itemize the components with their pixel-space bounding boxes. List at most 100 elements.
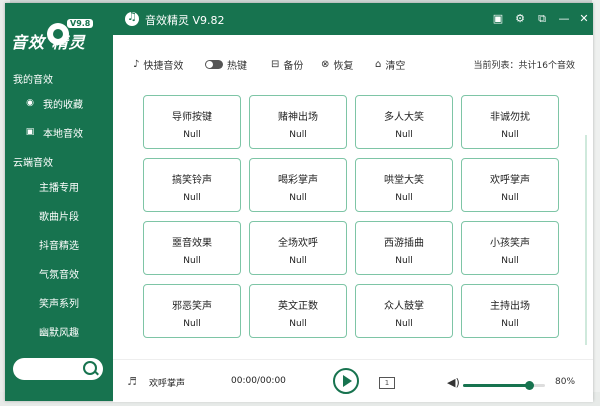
hotkey-toggle[interactable]: 热键 <box>205 57 247 72</box>
shortcut-sounds-label: 快捷音效 <box>143 61 184 72</box>
trash-icon: ⌂ <box>375 59 382 70</box>
sidebar: 音效 精灵 V9.8 我的音效 ◉ 我的收藏 ▣ 本地音效 云端音效 主播专用 … <box>5 3 113 401</box>
favorite-icon: ◉ <box>26 98 34 108</box>
app-window: 音效 精灵 V9.8 我的音效 ◉ 我的收藏 ▣ 本地音效 云端音效 主播专用 … <box>5 3 593 402</box>
toggle-switch-icon[interactable] <box>205 60 223 69</box>
sound-card[interactable]: 哄堂大笑 Null <box>355 158 453 212</box>
sound-hotkey: Null <box>183 256 201 266</box>
sidebar-item-laughter[interactable]: 笑声系列 <box>39 295 79 310</box>
sidebar-item-song-clips[interactable]: 歌曲片段 <box>39 208 79 223</box>
volume-percent: 80% <box>555 377 576 387</box>
sound-name: 搞笑铃声 <box>172 175 212 186</box>
sound-card[interactable]: 导师按键 Null <box>143 95 241 149</box>
sound-card[interactable]: 多人大笑 Null <box>355 95 453 149</box>
restore-button[interactable]: ⊗ 恢复 <box>321 57 353 72</box>
sound-hotkey: Null <box>501 256 519 266</box>
sound-card[interactable]: 英文正数 Null <box>249 284 347 338</box>
volume-icon[interactable]: ◀) <box>447 376 460 389</box>
restore-window-icon[interactable]: ⧉ <box>535 12 549 26</box>
sound-card[interactable]: 邪恶笑声 Null <box>143 284 241 338</box>
volume-knob[interactable] <box>524 381 534 390</box>
volume-slider[interactable] <box>463 381 545 390</box>
sound-name: 噩音效果 <box>172 238 212 249</box>
sound-hotkey: Null <box>501 319 519 329</box>
sidebar-item-humor[interactable]: 幽默风趣 <box>39 324 79 339</box>
sound-hotkey: Null <box>395 193 413 203</box>
title-bar: 音效精灵 V9.82 ▣ ⚙ ⧉ — ✕ <box>113 3 593 35</box>
sound-card[interactable]: 西游插曲 Null <box>355 221 453 275</box>
restore-label: 恢复 <box>333 61 354 72</box>
sound-name: 导师按键 <box>172 112 212 123</box>
version-badge: V9.8 <box>67 19 94 28</box>
sidebar-item-favorites[interactable]: ◉ 我的收藏 <box>5 91 113 115</box>
close-icon[interactable]: ✕ <box>577 12 591 26</box>
sound-hotkey: Null <box>395 319 413 329</box>
sound-hotkey: Null <box>183 130 201 140</box>
sound-name: 喝彩掌声 <box>278 175 318 186</box>
sound-name: 多人大笑 <box>384 112 424 123</box>
sound-name: 众人鼓掌 <box>384 301 424 312</box>
toolbar: ♪ 快捷音效 热键 ⊟ 备份 ⊗ 恢复 ⌂ 清空 当前列表：共计16个音效 <box>113 53 593 73</box>
backup-label: 备份 <box>283 61 304 72</box>
play-button[interactable] <box>333 368 359 394</box>
settings-gear-icon[interactable]: ⚙ <box>513 12 527 26</box>
sound-name: 赌神出场 <box>278 112 318 123</box>
sound-card[interactable]: 全场欢呼 Null <box>249 221 347 275</box>
sound-name: 欢呼掌声 <box>490 175 530 186</box>
hotkey-label: 热键 <box>227 61 247 72</box>
sound-hotkey: Null <box>183 193 201 203</box>
search-input[interactable] <box>13 358 103 380</box>
app-logo: 音效 精灵 V9.8 <box>11 13 107 57</box>
sidebar-item-label: 我的收藏 <box>43 99 83 111</box>
sound-card[interactable]: 赌神出场 Null <box>249 95 347 149</box>
sound-hotkey: Null <box>289 193 307 203</box>
sound-hotkey: Null <box>395 130 413 140</box>
sound-card[interactable]: 搞笑铃声 Null <box>143 158 241 212</box>
track-time: 00:00/00:00 <box>231 376 286 386</box>
player-bar: ♬ 欢呼掌声 00:00/00:00 1 ◀) 80% <box>113 359 593 402</box>
pin-icon[interactable]: ▣ <box>491 12 505 26</box>
section-my-sounds: 我的音效 <box>13 75 53 86</box>
sound-name: 英文正数 <box>278 301 318 312</box>
sound-hotkey: Null <box>183 319 201 329</box>
sidebar-item-atmosphere[interactable]: 气氛音效 <box>39 266 79 281</box>
sound-card[interactable]: 众人鼓掌 Null <box>355 284 453 338</box>
list-count: 当前列表：共计16个音效 <box>473 61 575 71</box>
logo-mark-icon <box>47 23 69 45</box>
sound-card[interactable]: 欢呼掌声 Null <box>461 158 559 212</box>
sound-hotkey: Null <box>289 130 307 140</box>
sound-card[interactable]: 非诚勿扰 Null <box>461 95 559 149</box>
sound-name: 邪恶笑声 <box>172 301 212 312</box>
sound-card[interactable]: 小孩笑声 Null <box>461 221 559 275</box>
minimize-icon[interactable]: — <box>557 12 571 26</box>
section-cloud-sounds: 云端音效 <box>13 158 53 169</box>
sidebar-item-streamer[interactable]: 主播专用 <box>39 179 79 194</box>
sound-hotkey: Null <box>395 256 413 266</box>
shortcut-sounds-button[interactable]: ♪ 快捷音效 <box>133 57 183 72</box>
sound-card[interactable]: 喝彩掌声 Null <box>249 158 347 212</box>
loop-single-icon[interactable]: 1 <box>379 377 395 389</box>
restore-icon: ⊗ <box>321 59 330 70</box>
sound-hotkey: Null <box>289 319 307 329</box>
sound-hotkey: Null <box>501 130 519 140</box>
sidebar-item-douyin[interactable]: 抖音精选 <box>39 237 79 252</box>
search-icon[interactable] <box>83 361 97 375</box>
background-right <box>592 0 600 406</box>
sound-card[interactable]: 主持出场 Null <box>461 284 559 338</box>
backup-button[interactable]: ⊟ 备份 <box>271 57 303 72</box>
music-note-icon: ♬ <box>127 375 137 388</box>
local-file-icon: ▣ <box>25 127 35 137</box>
clear-button[interactable]: ⌂ 清空 <box>375 57 405 72</box>
clear-label: 清空 <box>385 61 406 72</box>
music-list-icon: ♪ <box>133 59 140 70</box>
backup-icon: ⊟ <box>271 59 280 70</box>
sound-hotkey: Null <box>289 256 307 266</box>
sidebar-item-local[interactable]: ▣ 本地音效 <box>5 120 113 144</box>
sound-name: 西游插曲 <box>384 238 424 249</box>
sound-name: 小孩笑声 <box>490 238 530 249</box>
scrollbar[interactable] <box>585 135 587 345</box>
window-title: 音效精灵 V9.82 <box>145 14 225 27</box>
sound-name: 主持出场 <box>490 301 530 312</box>
sound-card[interactable]: 噩音效果 Null <box>143 221 241 275</box>
sound-name: 非诚勿扰 <box>490 112 530 123</box>
